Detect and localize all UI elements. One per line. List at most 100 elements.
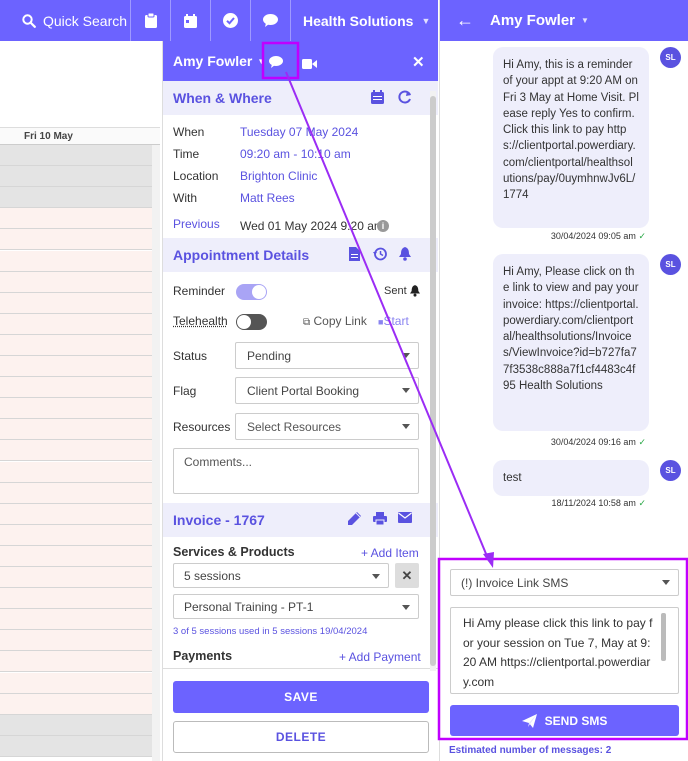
calendar-time-slot[interactable] (0, 166, 152, 188)
calendar-time-slot[interactable] (0, 567, 152, 588)
envelope-icon[interactable] (398, 512, 412, 523)
reminder-toggle[interactable] (236, 284, 267, 300)
printer-icon[interactable] (373, 512, 387, 525)
calendar-time-slot[interactable] (0, 503, 152, 525)
tasks-button[interactable] (211, 0, 251, 41)
copy-icon: ⧉ (303, 317, 311, 328)
when-where-section-header: When & Where (163, 81, 438, 115)
reminder-label: Reminder (173, 284, 226, 298)
calendar-time-slot[interactable] (0, 714, 152, 736)
delete-button[interactable]: DELETE (173, 721, 429, 753)
calendar-time-slot[interactable] (0, 398, 152, 420)
time-label: Time (173, 147, 200, 161)
close-icon[interactable]: ✕ (412, 53, 425, 71)
calendar-time-slot[interactable] (0, 693, 152, 715)
calendar-time-slot[interactable] (0, 145, 152, 166)
calendar-time-slot[interactable] (0, 313, 152, 335)
sms-conversation-panel: ← Amy Fowler ▼ Hi Amy, this is a reminde… (439, 0, 688, 761)
location-value[interactable]: Brighton Clinic (240, 169, 317, 183)
calendar-time-slot[interactable] (0, 672, 152, 694)
status-label: Status (173, 349, 208, 363)
compose-text: Hi Amy please click this link to pay for… (463, 616, 653, 689)
timestamp-text: 30/04/2024 09:05 am (550, 231, 636, 241)
document-icon[interactable] (349, 247, 360, 261)
calendar-time-slot[interactable] (0, 229, 152, 251)
calendar-time-slot[interactable] (0, 651, 152, 673)
service-select[interactable]: Personal Training - PT-1 (173, 594, 419, 619)
calendar-time-slot[interactable] (0, 292, 152, 314)
calendar-time-slot[interactable] (0, 588, 152, 610)
save-button[interactable]: SAVE (173, 681, 429, 713)
appointment-details-section-header: Appointment Details (163, 238, 438, 272)
comments-textarea[interactable]: Comments... (173, 448, 419, 494)
flag-select[interactable]: Client Portal Booking (235, 377, 419, 404)
status-value: Pending (247, 349, 292, 363)
calendar-scrollbar[interactable] (152, 145, 160, 761)
calendar-time-slot[interactable] (0, 419, 152, 441)
calendar-time-slot[interactable] (0, 609, 152, 631)
calendar-time-slot[interactable] (0, 440, 152, 462)
bell-icon[interactable] (399, 247, 411, 261)
calendar-time-slot[interactable] (0, 545, 152, 567)
copy-link-button[interactable]: ⧉ Copy Link (303, 314, 367, 328)
business-selector[interactable]: Health Solutions ▼ (291, 0, 438, 41)
calendar-time-slot[interactable] (0, 735, 152, 757)
calendar-time-slot[interactable] (0, 187, 152, 209)
pencil-icon[interactable] (348, 512, 361, 525)
sms-template-select[interactable]: (!) Invoice Link SMS (450, 569, 679, 596)
back-arrow-icon[interactable]: ← (456, 10, 474, 31)
chat-bubble-icon (269, 56, 283, 68)
info-icon[interactable]: i (377, 220, 389, 232)
send-sms-button[interactable]: SEND SMS (450, 705, 679, 736)
when-value[interactable]: Tuesday 07 May 2024 (240, 125, 358, 139)
sms-compose-textarea[interactable]: Hi Amy please click this link to pay for… (450, 607, 679, 694)
start-telehealth-button[interactable]: ■Start (378, 314, 409, 328)
calendar-time-slot[interactable] (0, 208, 152, 230)
messages-button[interactable] (251, 0, 291, 41)
calendar-icon[interactable] (371, 90, 384, 104)
template-value: (!) Invoice Link SMS (461, 576, 569, 590)
timestamp-text: 18/11/2024 10:58 am (551, 498, 636, 508)
sms-message: Hi Amy, Please click on the link to view… (493, 254, 649, 431)
time-value[interactable]: 09:20 am - 10:10 am (240, 147, 351, 161)
with-value[interactable]: Matt Rees (240, 191, 295, 205)
sms-chat-button[interactable] (269, 55, 283, 71)
chevron-down-icon: ▼ (421, 15, 431, 26)
client-name-dropdown[interactable]: Amy Fowler (173, 53, 252, 69)
sessions-select[interactable]: 5 sessions (173, 563, 389, 588)
calendar-time-slot[interactable] (0, 356, 152, 377)
calendar-button[interactable] (171, 0, 211, 41)
clipboard-icon (144, 13, 157, 28)
section-title[interactable]: Invoice - 1767 (173, 512, 265, 528)
previous-link[interactable]: Previous (173, 217, 220, 231)
quick-search-label: Quick Search (43, 12, 128, 29)
section-title: Appointment Details (173, 247, 310, 263)
timestamp-text: 30/04/2024 09:16 am (550, 437, 636, 447)
calendar-view: Fri 10 May (0, 41, 160, 761)
telehealth-toggle[interactable] (236, 314, 267, 330)
status-select[interactable]: Pending (235, 342, 419, 369)
calendar-time-slot[interactable] (0, 482, 152, 504)
calendar-time-slot[interactable] (0, 377, 152, 399)
calendar-time-slot[interactable] (0, 250, 152, 272)
refresh-icon[interactable] (398, 90, 412, 104)
check-icon: ✓ (638, 231, 646, 241)
check-icon: ✓ (638, 437, 646, 447)
video-call-button[interactable] (302, 56, 317, 72)
business-name: Health Solutions (303, 12, 414, 29)
calendar-time-slot[interactable] (0, 630, 152, 652)
appointment-scrollbar[interactable] (430, 91, 436, 671)
history-icon[interactable] (373, 247, 387, 261)
sms-client-name[interactable]: Amy Fowler (490, 12, 575, 29)
quick-search-button[interactable]: Quick Search (0, 0, 131, 41)
calendar-time-slot[interactable] (0, 461, 152, 483)
add-payment-link[interactable]: + Add Payment (339, 650, 421, 664)
remove-item-button[interactable]: ✕ (395, 563, 419, 588)
calendar-time-slot[interactable] (0, 271, 152, 293)
calendar-time-slot[interactable] (0, 524, 152, 546)
compose-scrollbar[interactable] (661, 613, 666, 661)
clipboard-button[interactable] (131, 0, 171, 41)
add-item-link[interactable]: + Add Item (361, 546, 419, 560)
resources-select[interactable]: Select Resources (235, 413, 419, 440)
calendar-time-slot[interactable] (0, 334, 152, 356)
